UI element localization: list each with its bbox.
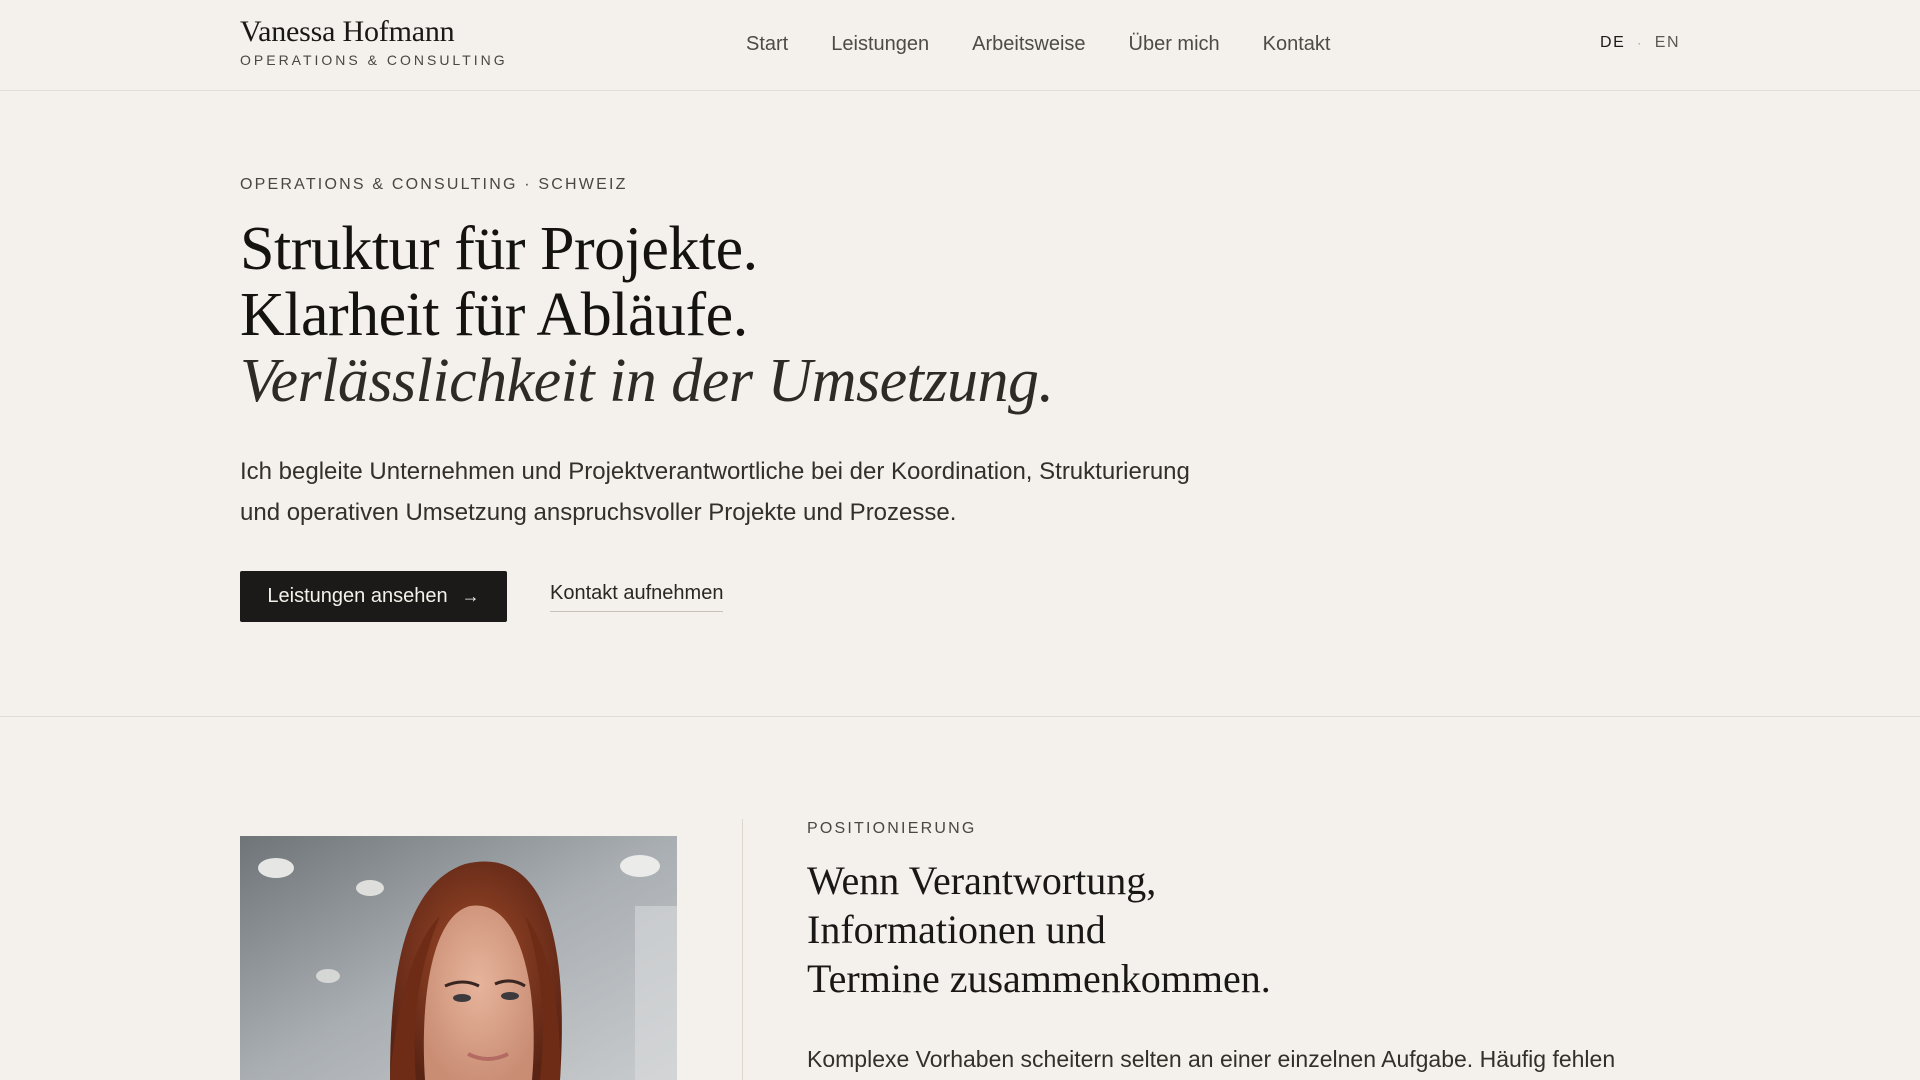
positioning-title: Wenn Verantwortung, Informationen und Te…	[807, 856, 1667, 1003]
brand-tagline: OPERATIONS & CONSULTING	[240, 52, 508, 68]
hero-title-line-3: Verlässlichkeit in der Umsetzung.	[240, 347, 1054, 415]
nav-item-leistungen[interactable]: Leistungen	[831, 30, 929, 58]
site-header: Vanessa Hofmann OPERATIONS & CONSULTING …	[0, 0, 1920, 91]
positioning-title-line-1: Wenn Verantwortung,	[807, 858, 1157, 903]
nav-item-start[interactable]: Start	[746, 30, 788, 58]
brand[interactable]: Vanessa Hofmann OPERATIONS & CONSULTING	[240, 14, 508, 68]
view-services-label: Leistungen ansehen	[267, 585, 448, 607]
positioning-section: POSITIONIERUNG Wenn Verantwortung, Infor…	[807, 820, 1667, 1077]
arrow-right-icon: →	[461, 586, 480, 606]
nav-item-ueber-mich[interactable]: Über mich	[1129, 30, 1220, 58]
hero-title-line-1: Struktur für Projekte.	[240, 215, 758, 283]
hero-eyebrow: OPERATIONS & CONSULTING · SCHWEIZ	[240, 176, 628, 193]
section-divider	[0, 716, 1920, 717]
brand-name[interactable]: Vanessa Hofmann	[240, 14, 508, 50]
main-nav: Start Leistungen Arbeitsweise Über mich …	[746, 30, 1330, 58]
hero-title-line-2: Klarheit für Abläufe.	[240, 281, 748, 349]
view-services-button[interactable]: Leistungen ansehen →	[240, 571, 507, 622]
lang-separator: ·	[1637, 36, 1643, 50]
hero-section: OPERATIONS & CONSULTING · SCHWEIZ Strukt…	[240, 176, 1440, 622]
lang-de[interactable]: DE	[1600, 34, 1625, 52]
portrait-photo	[240, 836, 677, 1080]
hero-title: Struktur für Projekte. Klarheit für Ablä…	[240, 216, 1440, 414]
nav-item-arbeitsweise[interactable]: Arbeitsweise	[972, 30, 1085, 58]
positioning-title-line-2: Informationen und	[807, 907, 1106, 952]
positioning-title-line-3: Termine zusammenkommen.	[807, 956, 1271, 1001]
language-switcher: DE · EN	[1600, 34, 1680, 52]
portrait-image	[240, 836, 677, 1080]
positioning-eyebrow: POSITIONIERUNG	[807, 820, 977, 837]
column-divider	[742, 819, 743, 1080]
lang-en[interactable]: EN	[1655, 34, 1680, 52]
hero-lead: Ich begleite Unternehmen und Projektvera…	[240, 458, 1190, 526]
contact-link[interactable]: Kontakt aufnehmen	[550, 582, 724, 612]
hero-cta-row: Leistungen ansehen → Kontakt aufnehmen	[240, 571, 1440, 622]
positioning-body: Komplexe Vorhaben scheitern selten an ei…	[807, 1046, 1616, 1072]
nav-item-kontakt[interactable]: Kontakt	[1263, 30, 1331, 58]
